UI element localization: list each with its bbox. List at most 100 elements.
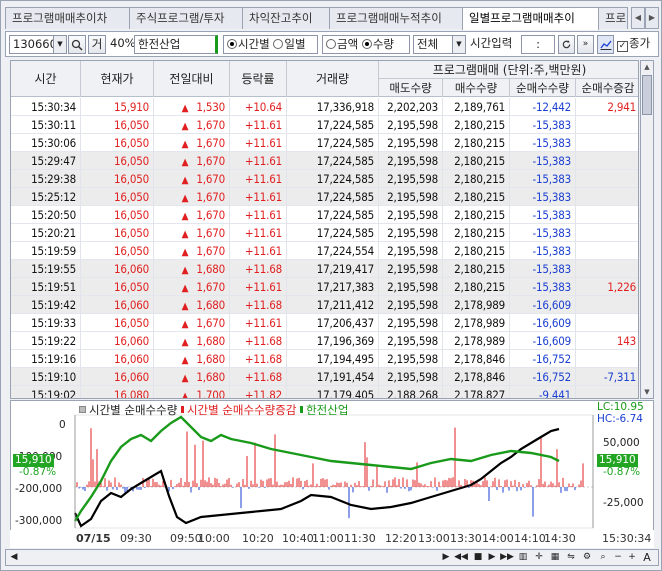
tab-scroll-right-icon[interactable]: ▶ (645, 7, 659, 29)
table-row[interactable]: 15:30:34 15,910 ▲ 1,530 +10.64 17,336,918 2,20… (11, 98, 638, 116)
scroll-left-icon[interactable]: ◀ (8, 550, 20, 565)
table-scrollbar[interactable]: ▲ ▼ (640, 60, 654, 399)
cell-sell: 2,195,598 (379, 224, 443, 242)
crosshair-icon[interactable]: ✛ (532, 550, 546, 565)
settings-icon[interactable]: ⚙ (580, 550, 594, 565)
table-row[interactable]: 15:19:55 16,060 ▲ 1,680 +11.68 17,219,417 2,19… (11, 260, 638, 278)
up-triangle-icon: ▲ (181, 229, 189, 240)
header-net[interactable]: 순매수수량 (510, 79, 576, 97)
scroll-up-icon[interactable]: ▲ (641, 61, 653, 73)
cell-price: 16,050 (81, 188, 154, 206)
refresh-button[interactable] (558, 35, 575, 54)
table-row[interactable]: 15:25:12 16,050 ▲ 1,670 +11.61 17,224,585 2,19… (11, 188, 638, 206)
table-row[interactable]: 15:19:22 16,060 ▲ 1,680 +11.68 17,196,369 2,19… (11, 332, 638, 350)
unit-radio-group: 금액 수량 (322, 35, 410, 54)
cell-volume: 17,179,405 (287, 386, 379, 398)
table-row[interactable]: 15:19:02 16,080 ▲ 1,700 +11.82 17,179,405 2,18… (11, 386, 638, 398)
cell-net-change (576, 350, 638, 368)
x-label: 10:40 (282, 532, 314, 545)
header-change[interactable]: 전일대비 (154, 61, 230, 97)
header-buy[interactable]: 매수수량 (443, 79, 510, 97)
scroll-right-icon[interactable]: ▶ (440, 550, 452, 565)
cell-price: 16,060 (81, 296, 154, 314)
tab-daily-program-trend[interactable]: 일별프로그램매매추이 (462, 7, 599, 30)
x-label: 14:00 (482, 532, 514, 545)
x-label: 09:30 (120, 532, 152, 545)
table-row[interactable]: 15:19:59 16,050 ▲ 1,670 +11.61 17,224,554 2,19… (11, 242, 638, 260)
up-triangle-icon: ▲ (181, 175, 189, 186)
tab-program-trend-chart[interactable]: 프로그램매매추이차 (5, 7, 130, 29)
cell-net-change (576, 296, 638, 314)
cell-buy: 2,180,215 (443, 152, 510, 170)
y-tick-left: -200,000 (15, 483, 63, 495)
table-row[interactable]: 15:19:33 16,050 ▲ 1,670 +11.61 17,206,437 2,19… (11, 314, 638, 332)
cell-price: 16,060 (81, 368, 154, 386)
table-row[interactable]: 15:30:11 16,050 ▲ 1,670 +11.61 17,224,585 2,19… (11, 116, 638, 134)
scale-icon[interactable]: ⇋ (564, 550, 578, 565)
cell-buy: 2,178,846 (443, 368, 510, 386)
cell-net-change (576, 242, 638, 260)
app-window: 프로그램매매추이차 주식프로그램/투자 차익잔고추이 프로그램매매누적추이 일별… (0, 0, 662, 571)
cell-buy: 2,178,989 (443, 332, 510, 350)
cell-volume: 17,211,412 (287, 296, 379, 314)
close-price-checkbox[interactable]: ✓ 종가 (617, 35, 657, 54)
filter-select[interactable]: 전체 ▼ (413, 35, 466, 54)
header-sell[interactable]: 매도수량 (379, 79, 443, 97)
chart-toggle-button[interactable] (597, 35, 614, 54)
zoom-out-icon[interactable]: − (612, 550, 624, 565)
up-triangle-icon: ▲ (181, 103, 189, 114)
table-row[interactable]: 15:20:21 16,050 ▲ 1,670 +11.61 17,224,585 2,19… (11, 224, 638, 242)
chevron-down-icon[interactable]: ▼ (53, 36, 66, 53)
table-row[interactable]: 15:19:16 16,060 ▲ 1,680 +11.68 17,194,495 2,19… (11, 350, 638, 368)
font-size-icon[interactable]: A (640, 550, 654, 565)
header-time[interactable]: 시간 (11, 61, 81, 97)
cell-sell: 2,195,598 (379, 152, 443, 170)
cell-price: 16,050 (81, 278, 154, 296)
table-row[interactable]: 15:29:38 16,050 ▲ 1,670 +11.61 17,224,585 2,19… (11, 170, 638, 188)
chevron-down-icon[interactable]: ▼ (452, 36, 465, 53)
scroll-thumb[interactable] (642, 75, 652, 115)
stock-code-input[interactable]: 130660 ▼ (9, 35, 67, 54)
cell-time: 15:29:38 (11, 170, 81, 188)
table-row[interactable]: 15:20:50 16,050 ▲ 1,670 +11.61 17,224,585 2,19… (11, 206, 638, 224)
next-button[interactable]: » (577, 35, 594, 54)
table-row[interactable]: 15:30:06 16,050 ▲ 1,670 +11.61 17,224,585 2,19… (11, 134, 638, 152)
tab-scroll-left-icon[interactable]: ◀ (631, 7, 645, 29)
cell-rate: +11.61 (230, 116, 287, 134)
cell-rate: +11.61 (230, 278, 287, 296)
time-input[interactable]: : (521, 35, 555, 54)
table-header: 시간 현재가 전일대비 등락률 거래량 프로그램매매 (단위:주,백만원) 매도… (11, 61, 638, 97)
tab-program-more[interactable]: 프로 (598, 7, 628, 29)
table-row[interactable]: 15:19:42 16,060 ▲ 1,680 +11.68 17,211,412 2,19… (11, 296, 638, 314)
bar-chart-icon[interactable]: ▥ (516, 550, 530, 565)
radio-quantity[interactable]: 수량 (361, 37, 394, 51)
table-row[interactable]: 15:19:10 16,060 ▲ 1,680 +11.68 17,191,454 2,19… (11, 368, 638, 386)
stop-icon[interactable]: ■ (472, 550, 484, 565)
fast-forward-icon[interactable]: ▶▶ (500, 550, 514, 565)
radio-amount[interactable]: 금액 (326, 37, 358, 51)
tab-stock-program-investor[interactable]: 주식프로그램/투자 (129, 7, 243, 29)
cell-net: -15,383 (510, 242, 576, 260)
zoom-icon[interactable]: ⌕ (596, 550, 610, 565)
header-price[interactable]: 현재가 (81, 61, 154, 97)
header-net-change[interactable]: 순매수증감 (576, 79, 638, 97)
tab-program-cumulative[interactable]: 프로그램매매누적추이 (329, 7, 463, 29)
rewind-icon[interactable]: ◀◀ (454, 550, 468, 565)
table-row[interactable]: 15:19:51 16,050 ▲ 1,670 +11.61 17,217,383 2,19… (11, 278, 638, 296)
radio-day[interactable]: 일별 (273, 37, 306, 51)
cell-price: 16,060 (81, 350, 154, 368)
table-row[interactable]: 15:29:47 16,050 ▲ 1,670 +11.61 17,224,585 2,19… (11, 152, 638, 170)
up-triangle-icon: ▲ (181, 337, 189, 348)
header-volume[interactable]: 거래량 (287, 61, 379, 97)
scroll-down-icon[interactable]: ▼ (641, 386, 653, 398)
header-rate[interactable]: 등락률 (230, 61, 287, 97)
zoom-in-icon[interactable]: + (626, 550, 638, 565)
cell-rate: +11.61 (230, 152, 287, 170)
play-icon[interactable]: ▶ (486, 550, 498, 565)
cell-sell: 2,188,268 (379, 386, 443, 398)
search-button[interactable] (68, 35, 86, 54)
radio-time[interactable]: 시간별 (227, 37, 270, 51)
tab-arbitrage-balance[interactable]: 차익잔고추이 (242, 7, 330, 29)
radio-day-icon (273, 39, 284, 49)
grid-icon[interactable]: ▦ (548, 550, 562, 565)
